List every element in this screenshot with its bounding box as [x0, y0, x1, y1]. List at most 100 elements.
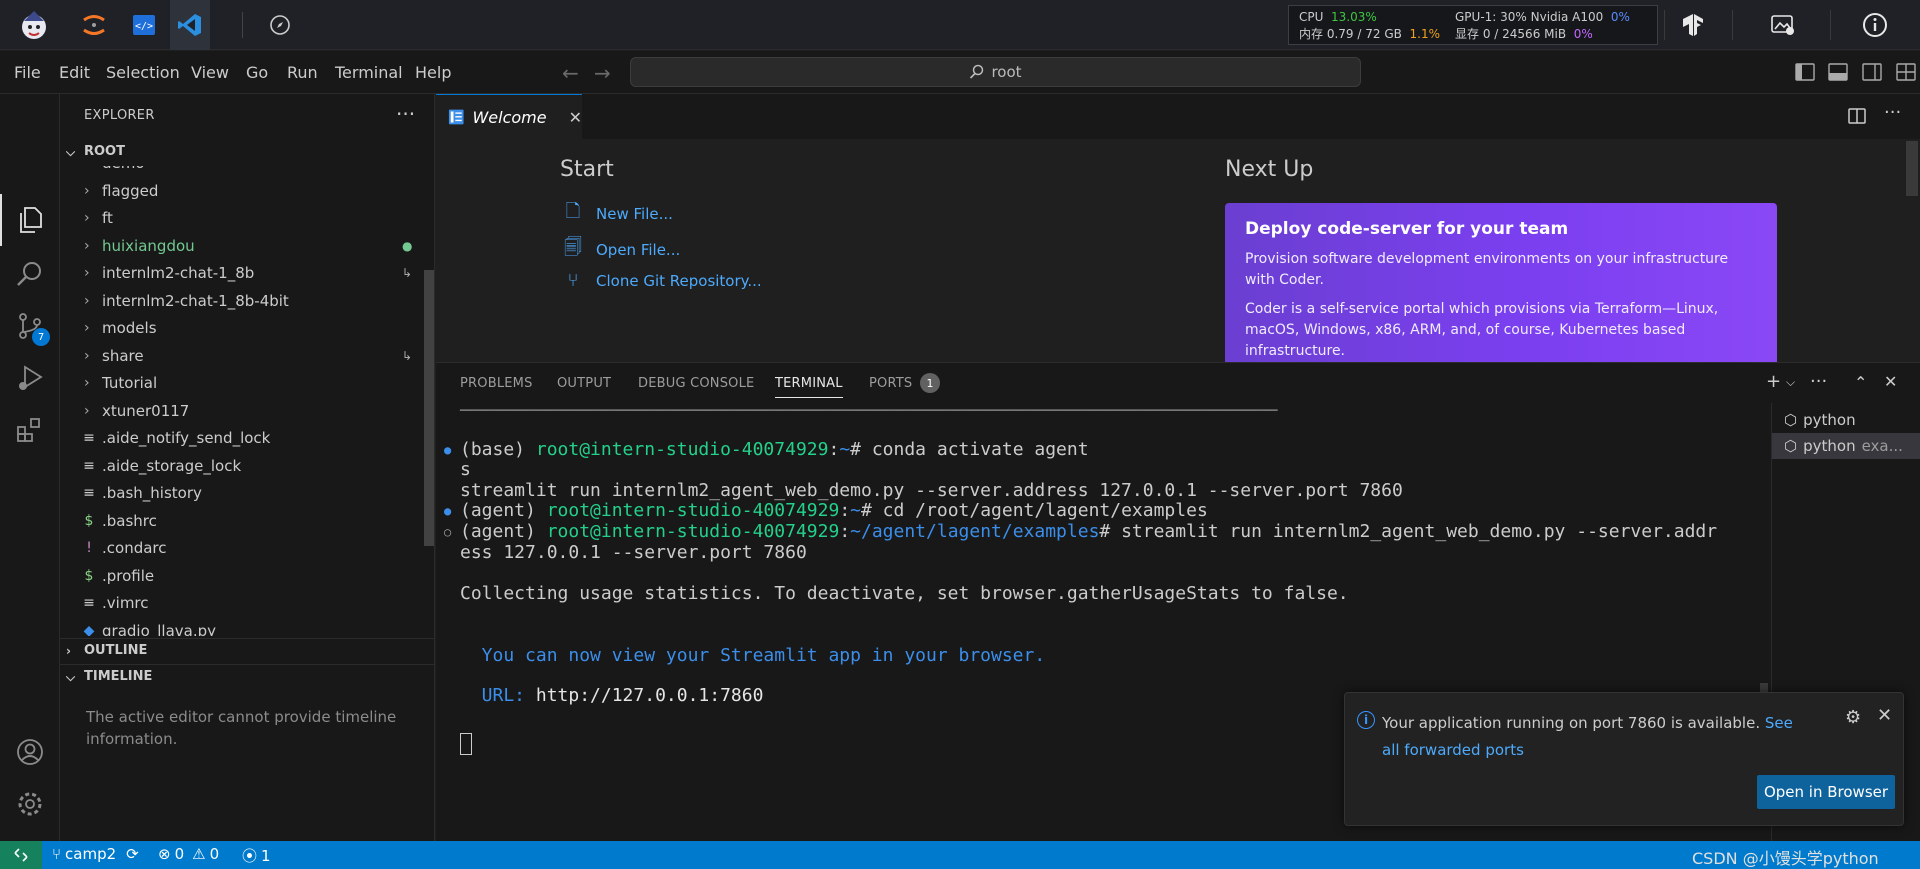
remote-indicator[interactable]	[0, 841, 42, 869]
url-value[interactable]: http://127.0.0.1:7860	[536, 685, 764, 706]
menu-help[interactable]: Help	[415, 63, 451, 82]
menu-view[interactable]: View	[191, 63, 229, 82]
info-icon[interactable]	[1858, 8, 1892, 42]
file-item[interactable]: ≡ .vimrc	[60, 590, 422, 617]
toggle-secondary-sidebar-icon[interactable]	[1862, 63, 1882, 81]
folder-item[interactable]: › demo	[60, 166, 422, 177]
tab-output[interactable]: OUTPUT	[557, 376, 611, 391]
more-actions-icon[interactable]: ···	[1884, 102, 1901, 123]
close-icon[interactable]: ✕	[569, 108, 582, 127]
jupyter-logo-icon[interactable]	[14, 5, 54, 45]
manage-activity[interactable]	[0, 778, 60, 830]
open-in-browser-button[interactable]: Open in Browser	[1757, 775, 1895, 809]
file-item[interactable]: $ .profile	[60, 563, 422, 590]
vscode-icon[interactable]	[170, 0, 210, 50]
terminal-list-item[interactable]: ⬡ python exa...	[1772, 433, 1920, 459]
outline-section-header[interactable]: › OUTLINE	[60, 638, 435, 662]
command-center[interactable]: root	[630, 57, 1361, 87]
tensorflow-icon[interactable]	[1676, 8, 1710, 42]
code-editor-icon[interactable]: </>	[124, 5, 164, 45]
new-terminal-icon[interactable]: +	[1766, 371, 1781, 392]
menu-run[interactable]: Run	[287, 63, 318, 82]
ports-indicator[interactable]: ⦿ 1	[242, 845, 271, 866]
search-activity[interactable]	[0, 248, 60, 300]
new-file-icon: 🗋	[565, 201, 581, 222]
folder-item[interactable]: › Tutorial	[60, 370, 422, 397]
file-item[interactable]: ! .condarc	[60, 535, 422, 562]
gear-icon[interactable]: ⚙	[1845, 707, 1861, 728]
compass-icon[interactable]	[260, 5, 300, 45]
folder-item[interactable]: › internlm2-chat-1_8b-4bit	[60, 288, 422, 315]
clone-repo-link[interactable]: ⑂ Clone Git Repository...	[562, 270, 762, 291]
terminal-name: python	[1803, 411, 1856, 429]
customize-layout-icon[interactable]	[1896, 63, 1916, 81]
sync-icon[interactable]: ⟳	[126, 845, 139, 863]
image-settings-icon[interactable]	[1766, 8, 1800, 42]
menu-edit[interactable]: Edit	[59, 63, 90, 82]
folder-item[interactable]: › ft	[60, 205, 422, 232]
split-editor-icon[interactable]	[1848, 108, 1866, 124]
maximize-panel-icon[interactable]: ⌃	[1854, 373, 1867, 392]
branch-indicator[interactable]: ⑂ camp2 ⟳	[52, 845, 139, 863]
notification-message: Your application running on port 7860 is…	[1382, 710, 1802, 764]
coder-card-para2: Coder is a self-service portal which pro…	[1245, 301, 1719, 359]
more-actions-icon[interactable]: ···	[396, 102, 415, 126]
tree-item-label: internlm2-chat-1_8b-4bit	[102, 291, 289, 310]
menu-go[interactable]: Go	[246, 63, 268, 82]
tab-debug-console[interactable]: DEBUG CONSOLE	[638, 376, 754, 391]
explorer-activity[interactable]	[0, 194, 60, 246]
file-item[interactable]: ≡ .aide_notify_send_lock	[60, 425, 422, 452]
open-file-link[interactable]: 🗐 Open File...	[562, 235, 680, 265]
close-panel-icon[interactable]: ✕	[1884, 372, 1897, 391]
extensions-activity[interactable]	[0, 404, 60, 456]
gear-icon	[18, 792, 42, 816]
terminal-list-item[interactable]: ⬡ python	[1772, 407, 1920, 433]
activity-bar: 7	[0, 94, 60, 841]
folder-item[interactable]: › internlm2-chat-1_8b ↳	[60, 260, 422, 287]
problems-indicator[interactable]: ⊗ 0 ⚠ 0	[158, 845, 219, 863]
timeline-section-header[interactable]: ⌵ TIMELINE	[60, 664, 435, 688]
file-item[interactable]: ≡ .bash_history	[60, 480, 422, 507]
root-section-header[interactable]: ⌵ ROOT	[60, 140, 435, 164]
tree-item-label: .condarc	[102, 539, 167, 557]
tab-problems[interactable]: PROBLEMS	[460, 376, 533, 391]
git-branch-icon: ⑂	[52, 845, 62, 863]
folder-item[interactable]: › xtuner0117	[60, 398, 422, 425]
file-item[interactable]: $ .bashrc	[60, 508, 422, 535]
folder-item[interactable]: › huixiangdou ●	[60, 233, 422, 260]
back-arrow-icon[interactable]: ←	[562, 61, 579, 85]
toggle-panel-icon[interactable]	[1828, 63, 1848, 81]
accounts-activity[interactable]	[0, 726, 60, 778]
coder-card[interactable]: Deploy code-server for your team Provisi…	[1225, 203, 1777, 362]
more-actions-icon[interactable]: ···	[1810, 371, 1827, 392]
tree-item-label: internlm2-chat-1_8b	[102, 264, 255, 282]
command-success-dot-icon[interactable]: ●	[444, 443, 451, 457]
tree-item-label: Tutorial	[102, 374, 158, 392]
tab-ports[interactable]: PORTS	[869, 376, 912, 391]
close-icon[interactable]: ✕	[1877, 705, 1892, 726]
file-item[interactable]: ◆ gradio_llava.py	[60, 618, 422, 637]
source-control-activity[interactable]: 7	[0, 300, 60, 352]
tab-welcome[interactable]: Welcome ✕	[436, 94, 582, 139]
menu-selection[interactable]: Selection	[106, 63, 180, 82]
editor-scrollbar[interactable]	[1906, 141, 1918, 196]
folder-item[interactable]: › models	[60, 315, 422, 342]
toggle-primary-sidebar-icon[interactable]	[1795, 63, 1815, 81]
folder-item[interactable]: › flagged	[60, 178, 422, 205]
symlink-icon: ↳	[402, 348, 413, 363]
new-file-link[interactable]: 🗋 New File...	[562, 199, 673, 229]
jupyterlab-icon[interactable]	[74, 5, 114, 45]
sidebar-scrollbar[interactable]	[424, 270, 434, 546]
mem-label: 内存	[1299, 27, 1324, 41]
chevron-right-icon: ›	[84, 166, 90, 177]
command-running-dot-icon[interactable]: ○	[444, 525, 451, 539]
command-success-dot-icon[interactable]: ●	[444, 504, 451, 518]
forward-arrow-icon[interactable]: →	[594, 61, 611, 85]
chevron-down-icon[interactable]: ⌵	[1786, 375, 1795, 390]
folder-item[interactable]: › share ↳	[60, 343, 422, 370]
menu-terminal[interactable]: Terminal	[335, 63, 403, 82]
run-debug-activity[interactable]	[0, 352, 60, 404]
menu-file[interactable]: File	[14, 63, 41, 82]
file-item[interactable]: ≡ .aide_storage_lock	[60, 453, 422, 480]
tab-terminal[interactable]: TERMINAL	[775, 376, 843, 398]
